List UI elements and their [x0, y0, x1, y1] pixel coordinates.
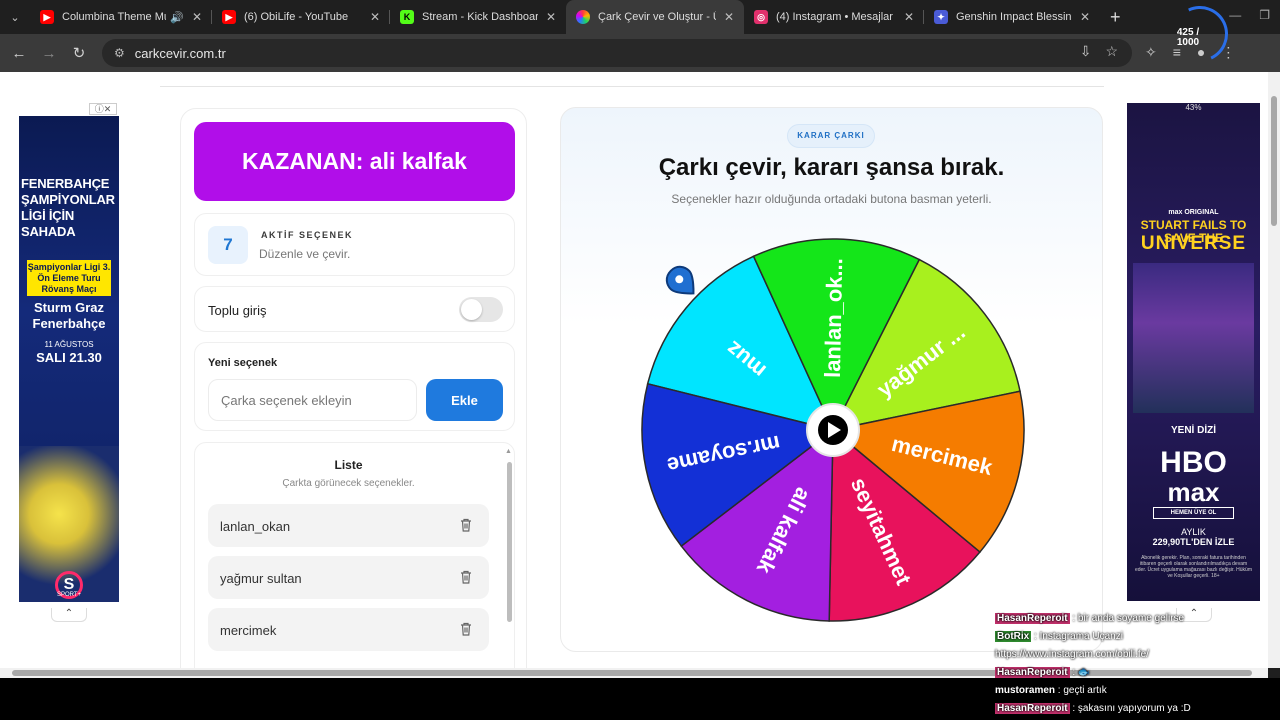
trash-icon[interactable]: [460, 622, 472, 636]
toggle-knob: [461, 299, 482, 320]
close-tab-icon[interactable]: ✕: [724, 10, 734, 24]
tab-obilife-youtube[interactable]: ▶ (6) ObiLife - YouTube ✕: [212, 0, 390, 34]
bulk-entry-toggle[interactable]: [459, 297, 503, 322]
list-title: Liste: [334, 458, 363, 472]
trash-icon[interactable]: [460, 518, 472, 532]
chat-username: HasanReperoit: [995, 667, 1070, 678]
active-sub: Düzenle ve çevir.: [259, 247, 351, 261]
kick-icon: K: [400, 10, 414, 24]
tab-instagram[interactable]: ◎ (4) Instagram • Mesajlar ✕: [744, 0, 924, 34]
site-info-icon[interactable]: ⚙: [114, 46, 125, 60]
instagram-icon: ◎: [754, 10, 768, 24]
chat-message: HasanReperoit : şakasını yapıyorum ya :D: [995, 700, 1275, 718]
decision-wheel-chip: KARAR ÇARKI: [787, 124, 875, 148]
options-list-card: Liste Çarkta görünecek seçenekler. lanla…: [194, 442, 515, 668]
divider: [160, 86, 1104, 87]
new-option-label: Yeni seçenek: [208, 357, 278, 369]
progress-counter: 425 / 1000: [1176, 27, 1200, 48]
forward-icon[interactable]: →: [34, 45, 64, 62]
close-tab-icon[interactable]: ✕: [370, 10, 380, 24]
tab-columbina[interactable]: ▶ Columbina Theme Mus 🔊 ✕: [30, 0, 212, 34]
window-controls: — ❐: [1229, 8, 1270, 22]
poster-image: [1133, 263, 1254, 413]
chat-message: HasanReperoit : 🐟: [995, 664, 1275, 682]
add-option-button[interactable]: Ekle: [426, 379, 503, 421]
genshin-icon: ✦: [934, 10, 948, 24]
tab-cark-cevir[interactable]: Çark Çevir ve Oluştur - Ücr ✕: [566, 0, 744, 34]
bookmark-star-icon[interactable]: ☆: [1105, 43, 1118, 60]
wheel-icon: [576, 10, 590, 24]
active-label: AKTİF SEÇENEK: [261, 230, 354, 240]
wheel-headline: Çarkı çevir, kararı şansa bırak.: [658, 154, 1005, 181]
ad-fenerbahce[interactable]: FENERBAHÇE ŞAMPİYONLAR LİGİ İÇİN SAHADA …: [19, 116, 119, 602]
reload-icon[interactable]: ↻: [64, 44, 94, 62]
chat-text: : geçti artık: [1055, 685, 1107, 696]
browser-toolbar: ← → ↻ ⚙ carkcevir.com.tr ⇩ ☆ ✧ ≡ ● ⋮: [0, 34, 1280, 72]
close-tab-icon[interactable]: ✕: [904, 10, 914, 24]
close-tab-icon[interactable]: ✕: [1080, 10, 1090, 24]
chat-text: : şakasını yapıyorum ya :D: [1069, 703, 1191, 714]
audio-icon: 🔊: [170, 11, 184, 24]
minimize-icon[interactable]: —: [1229, 8, 1241, 22]
trash-icon[interactable]: [460, 570, 472, 584]
wheel-subline: Seçenekler hazır olduğunda ortadaki buto…: [671, 192, 992, 206]
chat-username: HasanReperoit: [995, 613, 1070, 624]
chat-text: : 🐟: [1069, 667, 1091, 678]
chat-message: BotRix : Instagrama Uçanzi https://www.i…: [995, 628, 1275, 664]
maximize-icon[interactable]: ❐: [1259, 8, 1270, 22]
ad-hbo-max[interactable]: 43% max ORIGINAL STUART FAILS TO SAVE TH…: [1127, 103, 1260, 601]
chat-text: : bir anda soyame gelirse: [1069, 613, 1185, 624]
list-scrollbar[interactable]: ▲: [504, 448, 514, 628]
wheel-segment-label: lanlan_ok...: [820, 258, 847, 378]
tab-kick-dashboard[interactable]: K Stream - Kick Dashboard ✕: [390, 0, 566, 34]
new-option-input[interactable]: [208, 379, 417, 421]
chat-username: BotRix: [995, 631, 1032, 642]
close-tab-icon[interactable]: ✕: [192, 10, 202, 24]
chevron-up-icon[interactable]: ⌃: [51, 608, 87, 622]
options-panel: KAZANAN: ali kalfak 7 AKTİF SEÇENEK Düze…: [180, 108, 527, 668]
new-option-card: Yeni seçenek Ekle: [194, 342, 515, 431]
bulk-entry-card: Toplu giriş: [194, 286, 515, 332]
address-bar[interactable]: ⚙ carkcevir.com.tr ⇩ ☆: [102, 39, 1132, 67]
active-count: 7: [208, 226, 248, 264]
stream-chat-overlay: HasanReperoit : bir anda soyame gelirse B…: [995, 610, 1275, 718]
scroll-up-icon[interactable]: ▲: [505, 448, 512, 455]
ad-close-icon[interactable]: ⓘ✕: [89, 103, 117, 115]
url-text: carkcevir.com.tr: [134, 45, 226, 61]
extensions-icon[interactable]: ✧: [1145, 44, 1157, 61]
chat-username: HasanReperoit: [995, 703, 1070, 714]
youtube-icon: ▶: [222, 10, 236, 24]
back-icon[interactable]: ←: [4, 45, 34, 62]
close-tab-icon[interactable]: ✕: [546, 10, 556, 24]
winner-banner: KAZANAN: ali kalfak: [194, 122, 515, 201]
spin-wheel[interactable]: muz lanlan_ok... yağmur ...mercimekseyitah…: [623, 220, 1043, 640]
tab-genshin[interactable]: ✦ Genshin Impact Blessing o ✕: [924, 0, 1100, 34]
list-sub: Çarkta görünecek seçenekler.: [282, 478, 415, 489]
list-item: yağmur sultan: [208, 556, 489, 599]
chat-message: HasanReperoit : bir anda soyame gelirse: [995, 610, 1275, 628]
new-tab-button[interactable]: +: [1110, 7, 1121, 28]
install-app-icon[interactable]: ⇩: [1080, 43, 1092, 60]
active-options-card: 7 AKTİF SEÇENEK Düzenle ve çevir.: [194, 213, 515, 276]
page-vertical-scrollbar[interactable]: [1268, 72, 1280, 668]
chat-message: mustoramen : geçti artık: [995, 682, 1275, 700]
tab-search-button[interactable]: ⌄: [0, 0, 30, 34]
wheel-panel: KARAR ÇARKI Çarkı çevir, kararı şansa bı…: [560, 107, 1103, 652]
page-content: ⓘ✕ FENERBAHÇE ŞAMPİYONLAR LİGİ İÇİN SAHA…: [0, 72, 1268, 668]
list-item: mercimek: [208, 608, 489, 651]
bulk-entry-label: Toplu giriş: [208, 303, 267, 318]
youtube-icon: ▶: [40, 10, 54, 24]
list-item: lanlan_okan: [208, 504, 489, 547]
tab-bar: ⌄ ▶ Columbina Theme Mus 🔊 ✕ ▶ (6) ObiLif…: [0, 0, 1280, 34]
chat-username: mustoramen: [995, 685, 1056, 696]
